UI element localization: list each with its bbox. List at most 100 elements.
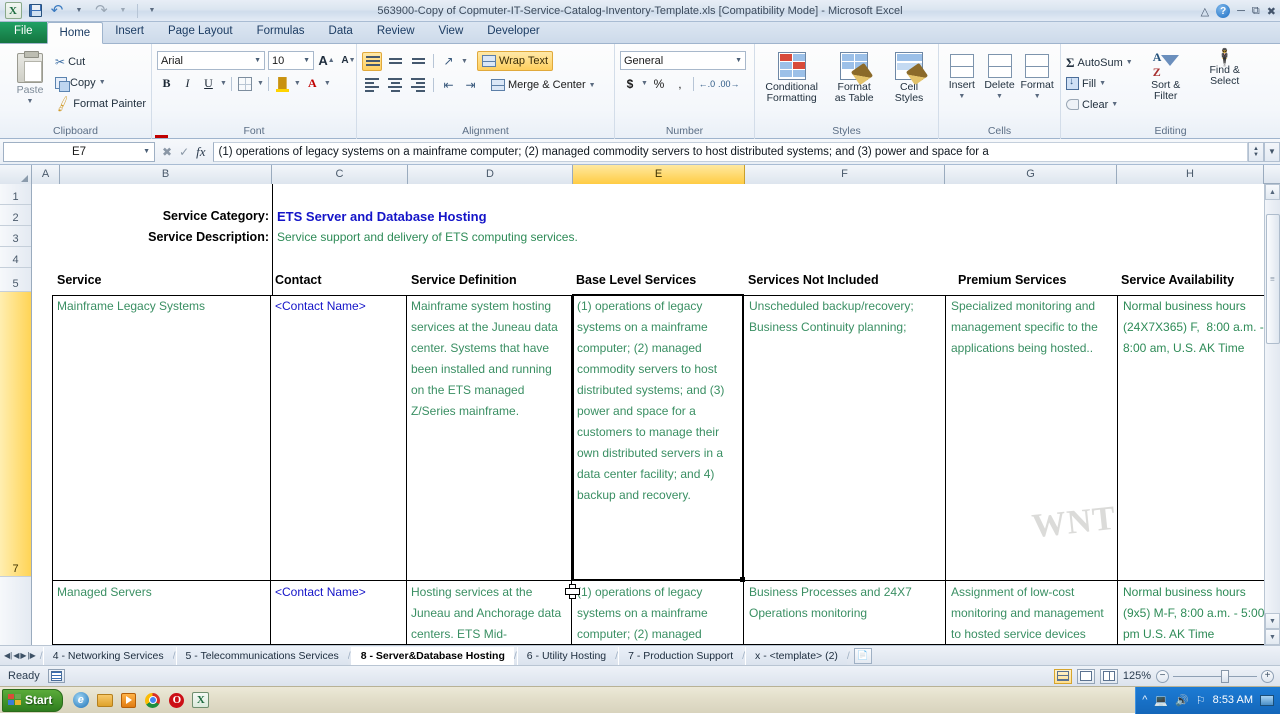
page-break-view-icon[interactable]	[1099, 668, 1118, 684]
align-bottom-button[interactable]	[408, 52, 428, 71]
fill-button[interactable]: Fill ▼	[1066, 73, 1133, 94]
tab-page-layout[interactable]: Page Layout	[156, 21, 245, 43]
row-header-2[interactable]: 2	[0, 205, 31, 226]
scroll-page-down-icon[interactable]: ▼	[1265, 629, 1280, 645]
increase-indent-button[interactable]: ⇥	[461, 76, 480, 95]
copy-button[interactable]: Copy ▼	[55, 72, 146, 93]
column-header-f[interactable]: F	[745, 165, 945, 184]
delete-cells-button[interactable]: Delete ▼	[982, 52, 1018, 102]
insert-cells-button[interactable]: Insert ▼	[944, 52, 980, 102]
cell-f8[interactable]: Business Processes and 24X7 Operations m…	[746, 582, 946, 645]
cell-d8[interactable]: Hosting services at the Juneau and Ancho…	[408, 582, 570, 645]
grow-font-button[interactable]: A ▲	[317, 51, 336, 70]
column-header-h[interactable]: H	[1117, 165, 1264, 184]
autosum-button[interactable]: Σ AutoSum ▼	[1066, 52, 1133, 73]
format-dropdown-icon[interactable]: ▼	[1034, 91, 1041, 102]
sheet-tab-template[interactable]: x - <template> (2)	[745, 646, 847, 665]
row-header-4[interactable]: 4	[0, 247, 31, 268]
row-header-5[interactable]: 5	[0, 268, 31, 292]
name-box-dropdown-icon[interactable]: ▼	[143, 148, 150, 155]
undo-icon[interactable]: ↶	[47, 2, 67, 20]
align-center-button[interactable]	[385, 76, 405, 95]
currency-dropdown-icon[interactable]: ▼	[641, 80, 648, 87]
font-name-input[interactable]: Arial ▼	[157, 51, 265, 70]
column-header-a[interactable]: A	[32, 165, 60, 184]
page-layout-view-icon[interactable]	[1076, 668, 1095, 684]
sheet-tab-telecommunications-services[interactable]: 5 - Telecommunications Services	[175, 646, 348, 665]
fill-dropdown-icon[interactable]: ▼	[1099, 80, 1106, 87]
cell-e7[interactable]: (1) operations of legacy systems on a ma…	[574, 296, 742, 579]
vertical-scrollbar[interactable]: ▲ ▼ ▼	[1264, 184, 1280, 645]
cell-c2[interactable]: ETS Server and Database Hosting	[274, 206, 734, 227]
sort-filter-button[interactable]: AZ Sort & Filter	[1140, 50, 1192, 102]
cell-b5[interactable]: Service	[54, 270, 269, 294]
tab-file[interactable]: File	[0, 21, 47, 43]
cell-b3[interactable]: Service Description:	[32, 227, 272, 248]
normal-view-icon[interactable]	[1053, 668, 1072, 684]
row-header-7[interactable]: 7	[0, 292, 31, 577]
start-button[interactable]: Start	[2, 688, 64, 712]
paste-button[interactable]: Paste ▼	[5, 47, 55, 107]
sheet-tab-utility-hosting[interactable]: 6 - Utility Hosting	[516, 646, 616, 665]
delete-dropdown-icon[interactable]: ▼	[996, 91, 1003, 102]
font-size-input[interactable]: 10 ▼	[268, 51, 314, 70]
fill-color-dropdown-icon[interactable]: ▼	[294, 80, 301, 87]
borders-dropdown-icon[interactable]: ▼	[257, 80, 264, 87]
wrap-text-button[interactable]: Wrap Text	[476, 51, 554, 71]
undo-dropdown-icon[interactable]: ▼	[69, 2, 89, 20]
formula-bar-spinner[interactable]: ▲ ▼	[1248, 141, 1264, 162]
show-desktop-icon[interactable]	[1260, 694, 1274, 706]
restore-icon[interactable]: ⧉	[1252, 5, 1260, 18]
sheet-tab-networking-services[interactable]: 4 - Networking Services	[42, 646, 173, 665]
number-format-dropdown-icon[interactable]: ▼	[735, 57, 742, 64]
name-box[interactable]: E7 ▼	[3, 141, 155, 162]
scrollbar-thumb[interactable]	[1266, 214, 1280, 344]
cell-h7[interactable]: Normal business hours (24X7X365) F, 8:00…	[1120, 296, 1268, 579]
last-sheet-icon[interactable]: |▶	[28, 651, 36, 660]
cell-styles-button[interactable]: Cell Styles	[885, 50, 933, 104]
cell-g8[interactable]: Assignment of low-cost monitoring and ma…	[948, 582, 1118, 645]
conditional-formatting-button[interactable]: Conditional Formatting	[760, 50, 823, 104]
redo-dropdown-icon[interactable]: ▼	[113, 2, 133, 20]
excel-app-icon[interactable]: X	[3, 2, 23, 20]
align-top-button[interactable]	[362, 51, 382, 71]
prev-sheet-icon[interactable]: ◀	[13, 651, 19, 660]
underline-button[interactable]: U	[199, 74, 218, 93]
tab-formulas[interactable]: Formulas	[245, 21, 317, 43]
sheet-tab-server-database-hosting[interactable]: 8 - Server&Database Hosting	[350, 646, 514, 665]
tab-insert[interactable]: Insert	[103, 21, 156, 43]
cell-h5[interactable]: Service Availability	[1118, 270, 1280, 294]
sheet-tab-production-support[interactable]: 7 - Production Support	[618, 646, 743, 665]
zoom-in-icon[interactable]: +	[1261, 669, 1274, 683]
tab-data[interactable]: Data	[317, 21, 365, 43]
cell-b7[interactable]: Mainframe Legacy Systems	[54, 296, 269, 579]
cell-c8[interactable]: <Contact Name>	[272, 582, 405, 645]
fill-color-button[interactable]: █	[273, 74, 292, 93]
next-sheet-icon[interactable]: ▶	[20, 651, 26, 660]
first-sheet-icon[interactable]: ◀|	[4, 651, 12, 660]
cell-c5[interactable]: Contact	[272, 270, 405, 294]
orientation-dropdown-icon[interactable]: ▼	[461, 58, 468, 65]
tab-view[interactable]: View	[427, 21, 476, 43]
close-icon[interactable]: ✖	[1267, 5, 1276, 18]
enter-formula-icon[interactable]: ✓	[179, 145, 189, 159]
column-header-d[interactable]: D	[408, 165, 573, 184]
scroll-up-icon[interactable]: ▲	[1265, 184, 1280, 200]
format-as-table-button[interactable]: Format as Table	[827, 50, 881, 104]
scroll-down-icon[interactable]: ▼	[1265, 613, 1280, 629]
decrease-indent-button[interactable]: ⇤	[439, 76, 458, 95]
decrease-decimal-button[interactable]: .00→	[718, 74, 740, 93]
column-header-b[interactable]: B	[60, 165, 272, 184]
formula-input[interactable]: (1) operations of legacy systems on a ma…	[212, 141, 1248, 162]
cell-c3[interactable]: Service support and delivery of ETS comp…	[274, 227, 794, 248]
clear-button[interactable]: Clear ▼	[1066, 94, 1133, 115]
cell-c7[interactable]: <Contact Name>	[272, 296, 405, 579]
zoom-level[interactable]: 125%	[1123, 670, 1151, 682]
new-sheet-icon[interactable]: 📄	[853, 647, 872, 664]
cell-d5[interactable]: Service Definition	[408, 270, 573, 294]
align-right-button[interactable]	[408, 76, 428, 95]
column-header-c[interactable]: C	[272, 165, 408, 184]
tab-review[interactable]: Review	[365, 21, 427, 43]
tab-home[interactable]: Home	[46, 22, 104, 44]
excel-taskbar-icon[interactable]: X	[192, 692, 210, 709]
